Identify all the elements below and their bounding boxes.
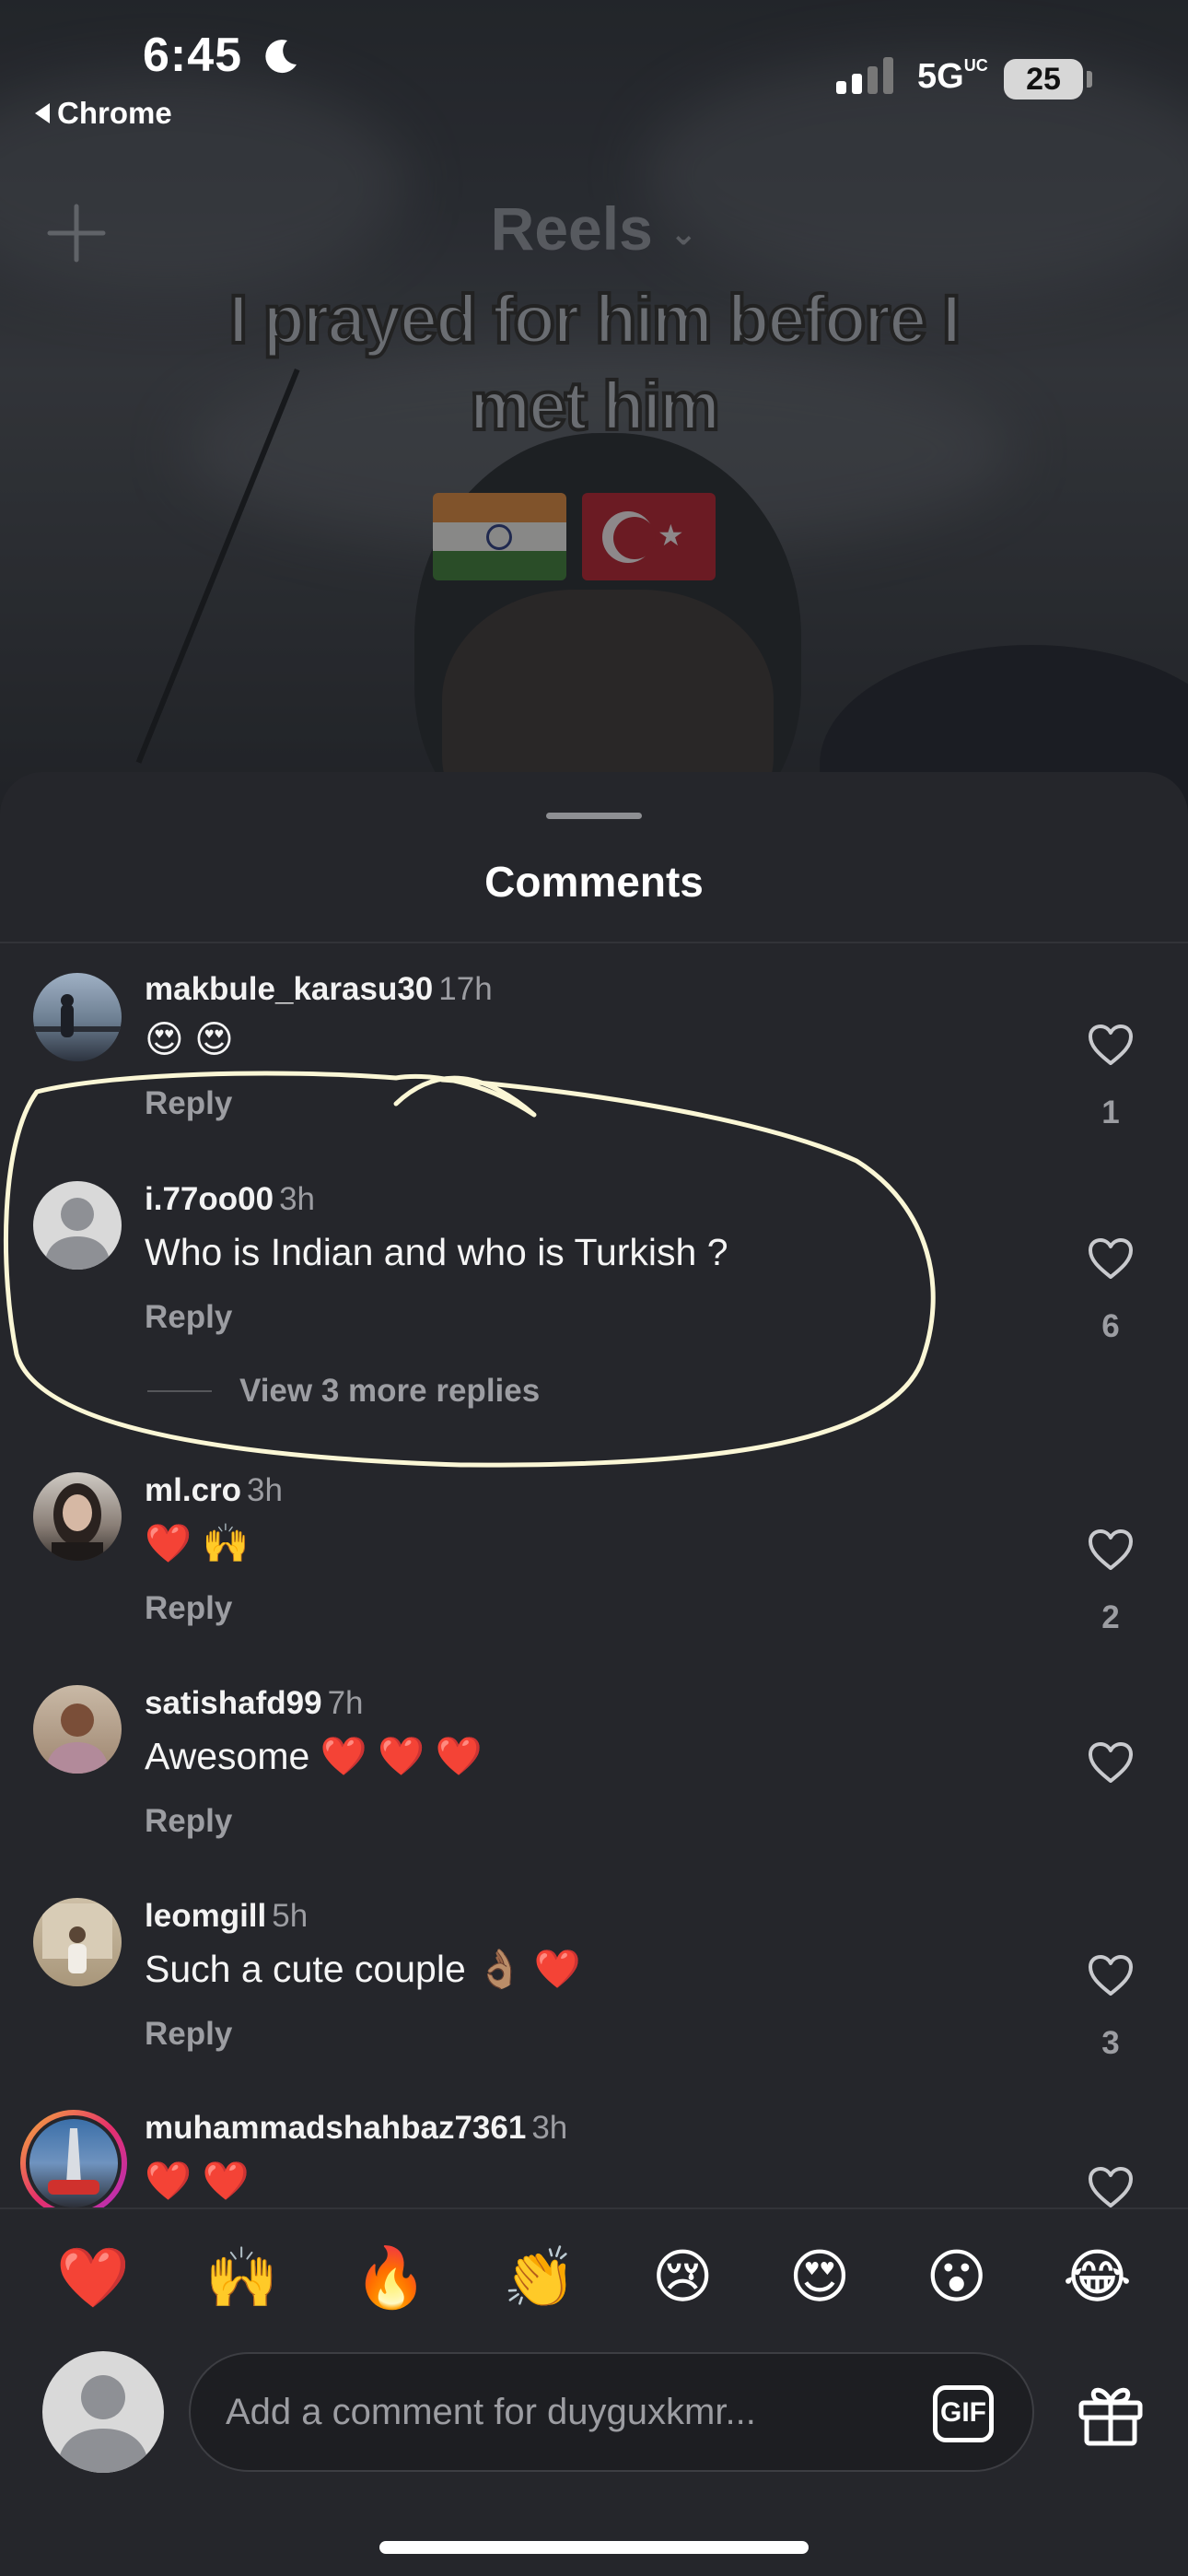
- heart-icon[interactable]: [1087, 1953, 1135, 1997]
- moon-icon: [260, 37, 300, 77]
- battery-level: 25: [1004, 59, 1083, 100]
- quick-emoji-bar: ❤️ 🙌 🔥 👏 😢 😍 😮 😂: [0, 2207, 1188, 2346]
- comment-username[interactable]: ml.cro 3h: [145, 1472, 283, 1509]
- comment-username[interactable]: makbule_karasu30 17h: [145, 971, 493, 1008]
- avatar[interactable]: [20, 2110, 127, 2217]
- comment-input-placeholder: Add a comment for duyguxkmr...: [226, 2391, 756, 2432]
- sheet-title: Comments: [484, 858, 704, 906]
- cellular-signal-icon: [836, 57, 893, 94]
- reply-button[interactable]: Reply: [145, 2016, 232, 2053]
- like-count: 6: [1101, 1308, 1120, 1344]
- reel-caption: I prayed for him before I met him: [227, 279, 963, 446]
- heart-icon[interactable]: [1087, 2165, 1135, 2209]
- emoji-heart[interactable]: ❤️: [56, 2243, 130, 2313]
- like-count: 2: [1101, 1599, 1120, 1635]
- chevron-down-icon: ⌄: [670, 214, 698, 252]
- my-avatar: [42, 2351, 164, 2473]
- comment-input[interactable]: Add a comment for duyguxkmr...: [189, 2352, 1034, 2472]
- emoji-fire[interactable]: 🔥: [354, 2243, 427, 2313]
- emoji-surprised[interactable]: 😮: [926, 2243, 987, 2312]
- comment-text: Who is Indian and who is Turkish ?: [145, 1231, 728, 1273]
- emoji-clap[interactable]: 👏: [503, 2243, 577, 2313]
- avatar[interactable]: [33, 1685, 122, 1774]
- comment-text: Such a cute couple 👌🏽 ❤️: [145, 1948, 581, 1990]
- comment-text: 😍 😍: [145, 1018, 234, 1060]
- gif-button[interactable]: GIF: [933, 2385, 994, 2442]
- network-label: 5GUC: [917, 56, 988, 96]
- avatar[interactable]: [33, 1181, 122, 1270]
- reply-button[interactable]: Reply: [145, 1803, 232, 1840]
- back-arrow-icon: [35, 103, 50, 123]
- avatar[interactable]: [33, 1898, 122, 1986]
- reply-button[interactable]: Reply: [145, 1299, 232, 1336]
- view-more-replies-label: View 3 more replies: [239, 1373, 541, 1409]
- comment-text: Awesome ❤️ ❤️ ❤️: [145, 1735, 483, 1777]
- comment-username[interactable]: muhammadshahbaz7361 3h: [145, 2110, 567, 2147]
- avatar[interactable]: [33, 973, 122, 1061]
- comment-username[interactable]: satishafd99 7h: [145, 1685, 364, 1722]
- reels-title: Reels: [490, 194, 653, 263]
- avatar[interactable]: [33, 1472, 122, 1561]
- comment-text: ❤️ 🙌: [145, 1522, 250, 1564]
- emoji-heart-eyes[interactable]: 😍: [789, 2243, 851, 2312]
- reply-button[interactable]: Reply: [145, 1590, 232, 1627]
- comment-username[interactable]: i.77oo00 3h: [145, 1181, 315, 1218]
- view-more-replies-button[interactable]: View 3 more replies: [147, 1373, 540, 1410]
- emoji-raised-hands[interactable]: 🙌: [205, 2243, 279, 2313]
- reels-header[interactable]: Reels ⌄: [0, 193, 1188, 263]
- heart-icon[interactable]: [1087, 1236, 1135, 1281]
- comment-text: ❤️ ❤️: [145, 2160, 250, 2202]
- heart-icon[interactable]: [1087, 1740, 1135, 1785]
- home-indicator[interactable]: [379, 2541, 809, 2554]
- reply-button[interactable]: Reply: [145, 1085, 232, 1122]
- emoji-laughing[interactable]: 😂: [1063, 2243, 1132, 2312]
- heart-icon[interactable]: [1087, 1023, 1135, 1067]
- sheet-grabber[interactable]: [546, 813, 642, 819]
- battery-icon: [1087, 71, 1092, 88]
- heart-icon[interactable]: [1087, 1528, 1135, 1572]
- back-to-chrome-button[interactable]: Chrome: [35, 96, 172, 131]
- like-count: 3: [1101, 2025, 1120, 2061]
- comment-username[interactable]: leomgill 5h: [145, 1898, 308, 1935]
- emoji-crying[interactable]: 😢: [652, 2243, 714, 2312]
- status-time: 6:45: [143, 29, 243, 82]
- back-app-label: Chrome: [57, 96, 172, 130]
- like-count: 1: [1101, 1095, 1120, 1130]
- gift-icon[interactable]: [1076, 2379, 1146, 2447]
